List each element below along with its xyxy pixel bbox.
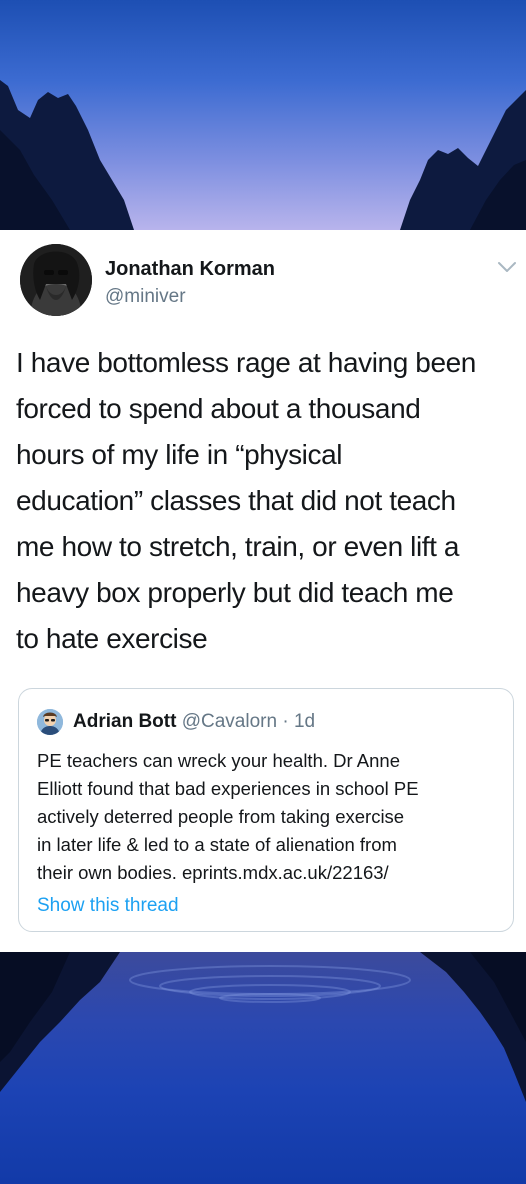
chevron-down-icon[interactable] xyxy=(497,260,517,274)
avatar-image xyxy=(20,244,92,316)
wallpaper-bottom xyxy=(0,952,526,1184)
quote-header: Adrian Bott @Cavalorn · 1d xyxy=(73,711,315,733)
show-thread-link[interactable]: Show this thread xyxy=(37,895,179,917)
quote-age: 1d xyxy=(293,711,316,732)
quote-author-name: Adrian Bott xyxy=(73,711,177,732)
tweet-card: Jonathan Korman @miniver I have bottomle… xyxy=(0,230,526,952)
quote-avatar xyxy=(37,709,63,735)
wallpaper-top xyxy=(0,0,526,230)
author-handle[interactable]: @miniver xyxy=(105,286,186,308)
quoted-tweet[interactable]: Adrian Bott @Cavalorn · 1d PE teachers c… xyxy=(18,688,514,932)
quote-text: PE teachers can wreck your health. Dr An… xyxy=(37,750,419,883)
quote-avatar-image xyxy=(37,709,63,735)
quote-separator: · xyxy=(277,711,294,732)
water-reflection-bottom xyxy=(0,952,526,1102)
quote-author-handle: @Cavalorn xyxy=(181,711,278,732)
mountain-silhouette-top xyxy=(0,80,526,230)
avatar[interactable] xyxy=(20,244,92,316)
tweet-text: I have bottomless rage at having been fo… xyxy=(16,347,476,654)
author-name[interactable]: Jonathan Korman xyxy=(105,258,275,281)
